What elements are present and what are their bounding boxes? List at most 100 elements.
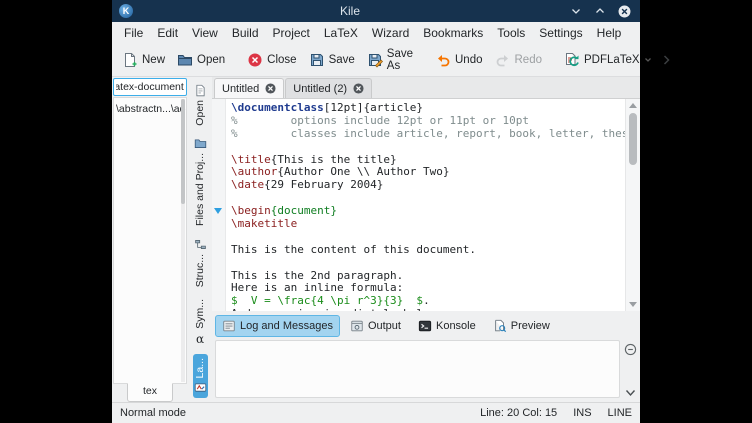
code-token: \title: [231, 153, 271, 166]
toolbar-overflow-button[interactable]: [659, 50, 674, 70]
code-token: \begin: [231, 204, 271, 217]
save-as-icon: [367, 52, 383, 68]
code-area[interactable]: \documentclass[12pt]{article}% options i…: [226, 99, 625, 311]
menu-latex[interactable]: LaTeX: [317, 23, 365, 43]
insert-mode-indicator[interactable]: INS: [573, 407, 591, 419]
output-icon: [350, 319, 364, 333]
menu-help[interactable]: Help: [590, 23, 629, 43]
kile-window: K Kile FileEditViewBuildProjectLaTeXWiza…: [112, 0, 640, 423]
editor-tab-untitled-2[interactable]: Untitled (2): [285, 78, 372, 98]
editor[interactable]: \documentclass[12pt]{article}% options i…: [212, 99, 640, 311]
tool-tab-preview[interactable]: Preview: [486, 315, 557, 337]
preview-icon: [493, 319, 507, 333]
tool-view-tabs: Log and Messages Output Konsole Preview: [212, 311, 640, 340]
tab-close-icon[interactable]: [353, 83, 364, 94]
tab-close-icon[interactable]: [265, 83, 276, 94]
chevron-down-icon[interactable]: [625, 389, 636, 397]
sidebar-tab-sym[interactable]: Sym... α: [193, 295, 207, 350]
open-button[interactable]: Open: [172, 48, 230, 72]
toolbar-button-label: PDFLaTeX: [584, 54, 640, 66]
sidebar-tab-la[interactable]: La...: [193, 354, 208, 398]
cursor-position[interactable]: Line: 20 Col: 15: [480, 407, 557, 419]
code-token: {This is the title}: [271, 153, 397, 166]
menu-view[interactable]: View: [185, 23, 225, 43]
sidebar-tab-label: Struc...: [194, 254, 206, 287]
scrollbar-thumb[interactable]: [181, 99, 185, 204]
sidebar-tab-open[interactable]: Open: [193, 80, 208, 130]
main-area: \abstractn...\addconte...\Alph{cou...\an…: [112, 77, 640, 402]
menu-edit[interactable]: Edit: [150, 23, 185, 43]
sidebar-tab-label: Files and Proj...: [194, 153, 206, 226]
code-line[interactable]: % classes include article, report, book,…: [231, 128, 625, 141]
sidebar-tab-struc[interactable]: Struc...: [193, 234, 208, 291]
fold-marker[interactable]: [214, 208, 222, 214]
chevron-down-icon: [644, 56, 652, 64]
alpha-icon: α: [196, 332, 204, 346]
toolbar-button-label: Save As: [387, 48, 413, 72]
editor-tab-untitled[interactable]: Untitled: [214, 78, 284, 98]
tool-tab-label: Log and Messages: [240, 320, 333, 332]
code-token: % classes include article, report, book,…: [231, 127, 625, 140]
menu-tools[interactable]: Tools: [490, 23, 532, 43]
tool-tab-label: Konsole: [436, 320, 476, 332]
menu-project[interactable]: Project: [266, 23, 317, 43]
menu-wizard[interactable]: Wizard: [365, 23, 416, 43]
command-list-scrollbar[interactable]: [181, 99, 185, 382]
panel-controls: [622, 340, 639, 398]
code-line[interactable]: \maketitle: [231, 218, 625, 231]
sidebar-tab-files-and-proj[interactable]: Files and Proj...: [193, 133, 208, 230]
close-button[interactable]: Close: [242, 48, 301, 72]
tool-tab-output[interactable]: Output: [343, 315, 408, 337]
save-button[interactable]: Save: [304, 48, 360, 72]
new-button[interactable]: New: [117, 48, 170, 72]
filetype-tab-tex[interactable]: tex: [127, 383, 173, 402]
eol-indicator[interactable]: LINE: [608, 407, 632, 419]
menu-bookmarks[interactable]: Bookmarks: [416, 23, 490, 43]
code-line[interactable]: This is the content of this document.: [231, 244, 625, 257]
mode-indicator[interactable]: Normal mode: [120, 407, 186, 419]
scroll-down-arrow[interactable]: [629, 302, 637, 307]
scroll-up-arrow[interactable]: [629, 103, 637, 108]
toolbar-button-label: Undo: [455, 54, 483, 66]
code-token: \documentclass: [231, 101, 324, 114]
log-messages-panel[interactable]: [215, 340, 620, 398]
log-icon: [222, 319, 236, 333]
sidebar-tab-label: Open: [194, 100, 206, 126]
toolbar-button-label: Save: [329, 54, 355, 66]
menu-settings[interactable]: Settings: [532, 23, 589, 43]
undo-button[interactable]: Undo: [430, 48, 488, 72]
collapse-panel-icon[interactable]: [624, 343, 637, 356]
sidebar-tab-strip: Open Files and Proj... Struc... Sym... α La..…: [188, 77, 212, 402]
kile-app-icon[interactable]: K: [119, 4, 133, 18]
editor-scrollbar[interactable]: [625, 99, 640, 311]
scrollbar-thumb[interactable]: [629, 113, 637, 165]
code-token: This is the 2nd paragraph.: [231, 269, 403, 282]
command-filter-input[interactable]: [113, 78, 187, 96]
sidebar-tab-label: Sym...: [194, 299, 206, 329]
command-item[interactable]: \abstractn...: [116, 103, 171, 115]
latex-command-list: \abstractn...\addconte...\Alph{cou...\an…: [113, 97, 187, 384]
new-document-icon: [122, 52, 138, 68]
close-red-icon: [247, 52, 263, 68]
pdflatex-button[interactable]: PDFLaTeX: [559, 48, 657, 72]
document-icon: [194, 84, 207, 97]
tool-tab-log-and-messages[interactable]: Log and Messages: [215, 315, 340, 337]
redo-button[interactable]: Redo: [490, 48, 548, 72]
menu-file[interactable]: File: [117, 23, 150, 43]
maximize-button[interactable]: [591, 2, 609, 20]
open-folder-icon: [177, 52, 193, 68]
menu-build[interactable]: Build: [225, 23, 266, 43]
minimize-button[interactable]: [567, 2, 585, 20]
save-icon: [309, 52, 325, 68]
editor-tab-label: Untitled (2): [293, 83, 347, 95]
tool-tab-konsole[interactable]: Konsole: [411, 315, 483, 337]
code-token: [12pt]{article}: [324, 101, 423, 114]
code-token: Here is an inline formula:: [231, 281, 403, 294]
close-button[interactable]: [615, 2, 633, 20]
code-token: \author: [231, 165, 277, 178]
menubar: FileEditViewBuildProjectLaTeXWizardBookm…: [112, 22, 640, 44]
code-line[interactable]: \date{29 February 2004}: [231, 179, 625, 192]
titlebar: K Kile: [112, 0, 640, 22]
pdflatex-icon: [564, 52, 580, 68]
save-as-button[interactable]: Save As: [362, 44, 418, 76]
